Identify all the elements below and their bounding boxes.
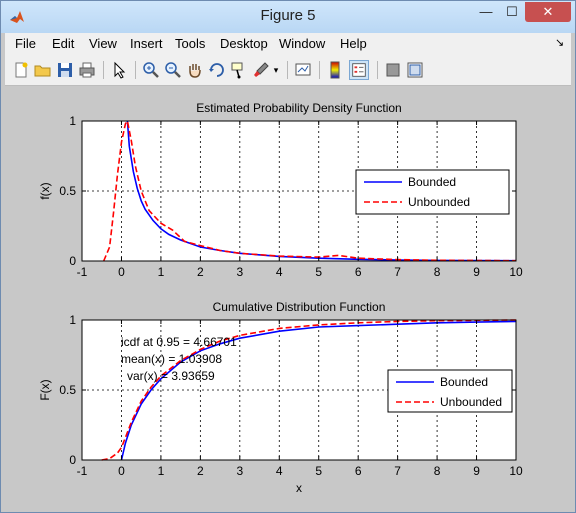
new-figure-icon[interactable] [11, 60, 31, 80]
menu-insert[interactable]: Insert [130, 36, 163, 51]
annotation-text: icdf at 0.95 = 4.66701 [121, 335, 237, 349]
x-tick-label: 8 [434, 265, 441, 279]
x-tick-label: 9 [473, 464, 480, 478]
x-tick-label: 4 [276, 464, 283, 478]
toolbar-separator [287, 61, 288, 79]
x-tick-label: -1 [77, 464, 88, 478]
x-tick-label: 8 [434, 464, 441, 478]
zoom-out-icon[interactable] [163, 60, 183, 80]
x-tick-label: 2 [197, 265, 204, 279]
annotation-text: var(x) = 3.93659 [127, 369, 215, 383]
y-axis-label: F(x) [38, 379, 52, 400]
rotate-3d-icon[interactable] [207, 60, 227, 80]
link-plot-icon[interactable] [293, 60, 313, 80]
open-file-icon[interactable] [33, 60, 53, 80]
x-tick-label: 4 [276, 265, 283, 279]
pdf-axes[interactable]: -1 0 1 2 3 4 5 6 7 8 9 1000.51Estimated Probability… [38, 101, 523, 279]
menu-bar: File Edit View Insert Tools Desktop Wind… [5, 33, 571, 55]
x-tick-label: 6 [355, 265, 362, 279]
plots-svg: -1 0 1 2 3 4 5 6 7 8 9 1000.51Estimated Probability… [38, 101, 523, 495]
cdf-axes[interactable]: -1 0 1 2 3 4 5 6 7 8 9 1000.51Cumulative Distributi… [38, 300, 523, 495]
figure-window: Figure 5 — ☐ ✕ File Edit View Insert Too… [0, 0, 576, 513]
y-tick-label: 0 [69, 254, 76, 268]
toolbar-separator [319, 61, 320, 79]
chart-title: Cumulative Distribution Function [213, 300, 386, 314]
x-axis-label: x [296, 481, 302, 495]
x-tick-label: 2 [197, 464, 204, 478]
minimize-button[interactable]: — [473, 2, 499, 22]
y-tick-label: 0 [69, 453, 76, 467]
pan-hand-icon[interactable] [185, 60, 205, 80]
x-tick-label: 7 [394, 464, 401, 478]
zoom-in-icon[interactable] [141, 60, 161, 80]
legend-label-bounded: Bounded [408, 175, 456, 189]
y-axis-label: f(x) [38, 182, 52, 199]
y-tick-label: 1 [69, 313, 76, 327]
menu-help[interactable]: Help [340, 36, 367, 51]
figure-toolbar: ▾ [5, 55, 571, 86]
x-tick-label: -1 [77, 265, 88, 279]
arrow-pointer-icon[interactable] [109, 60, 129, 80]
y-tick-label: 1 [69, 114, 76, 128]
save-icon[interactable] [55, 60, 75, 80]
legend-label-bounded: Bounded [440, 375, 488, 389]
x-tick-label: 3 [236, 464, 243, 478]
x-tick-label: 1 [158, 265, 165, 279]
x-tick-label: 5 [315, 464, 322, 478]
title-bar[interactable]: Figure 5 — ☐ ✕ [1, 1, 575, 33]
data-cursor-icon[interactable] [229, 60, 249, 80]
y-tick-label: 0.5 [59, 184, 76, 198]
legend-label-unbounded: Unbounded [440, 395, 502, 409]
x-tick-label: 0 [118, 265, 125, 279]
close-button[interactable]: ✕ [525, 2, 571, 22]
menu-tools[interactable]: Tools [175, 36, 205, 51]
dropdown-arrow-icon[interactable]: ▾ [271, 60, 281, 80]
x-tick-label: 1 [158, 464, 165, 478]
menu-file[interactable]: File [15, 36, 36, 51]
maximize-button[interactable]: ☐ [499, 2, 525, 22]
x-tick-label: 10 [509, 464, 523, 478]
toolbar-separator [135, 61, 136, 79]
toolbar-separator [103, 61, 104, 79]
hide-plot-tools-icon[interactable] [383, 60, 403, 80]
toolbar-separator [377, 61, 378, 79]
x-tick-label: 10 [509, 265, 523, 279]
dock-arrow-icon[interactable]: ↘ [555, 36, 564, 49]
annotation-text: mean(x) = 1.03908 [121, 352, 222, 366]
chart-title: Estimated Probability Density Function [196, 101, 401, 115]
x-tick-label: 5 [315, 265, 322, 279]
legend-label-unbounded: Unbounded [408, 195, 470, 209]
x-tick-label: 3 [236, 265, 243, 279]
colorbar-icon[interactable] [325, 60, 345, 80]
menu-window[interactable]: Window [279, 36, 325, 51]
show-plot-tools-icon[interactable] [405, 60, 425, 80]
y-tick-label: 0.5 [59, 383, 76, 397]
menu-edit[interactable]: Edit [52, 36, 74, 51]
x-tick-label: 0 [118, 464, 125, 478]
figure-canvas: -1 0 1 2 3 4 5 6 7 8 9 10 0 0.5 1 Estimated Probability… [5, 86, 571, 508]
menu-desktop[interactable]: Desktop [220, 36, 268, 51]
brush-icon[interactable] [251, 60, 271, 80]
x-tick-label: 6 [355, 464, 362, 478]
print-icon[interactable] [77, 60, 97, 80]
legend-icon[interactable] [349, 60, 369, 80]
menu-view[interactable]: View [89, 36, 117, 51]
x-tick-label: 7 [394, 265, 401, 279]
x-tick-label: 9 [473, 265, 480, 279]
